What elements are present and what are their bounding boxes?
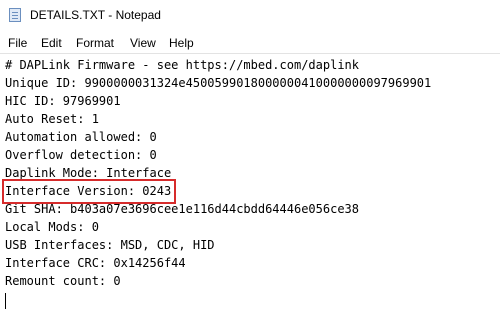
menu-help[interactable]: Help [169,36,194,50]
text-line-automation: Automation allowed: 0 [5,130,157,144]
text-line-remount-count: Remount count: 0 [5,274,121,288]
window-title: DETAILS.TXT - Notepad [30,8,161,22]
text-line-hic-id: HIC ID: 97969901 [5,94,121,108]
text-line-overflow: Overflow detection: 0 [5,148,157,162]
menu-view[interactable]: View [130,36,156,50]
text-line-firmware: # DAPLink Firmware - see https://mbed.co… [5,58,360,72]
text-line-auto-reset: Auto Reset: 1 [5,112,99,126]
text-line-unique-id: Unique ID: 9900000031324e450059901800000… [5,76,432,90]
text-caret [5,293,6,309]
title-bar: DETAILS.TXT - Notepad [0,0,500,30]
text-line-local-mods: Local Mods: 0 [5,220,99,234]
text-editor-area[interactable]: # DAPLink Firmware - see https://mbed.co… [0,54,500,315]
notepad-icon [9,8,21,22]
text-line-usb-interfaces: USB Interfaces: MSD, CDC, HID [5,238,215,252]
menu-bar: File Edit Format View Help [0,31,500,53]
text-line-interface-crc: Interface CRC: 0x14256f44 [5,256,186,270]
menu-format[interactable]: Format [76,36,114,50]
highlight-box [2,179,176,204]
menu-edit[interactable]: Edit [41,36,62,50]
menu-file[interactable]: File [8,36,27,50]
